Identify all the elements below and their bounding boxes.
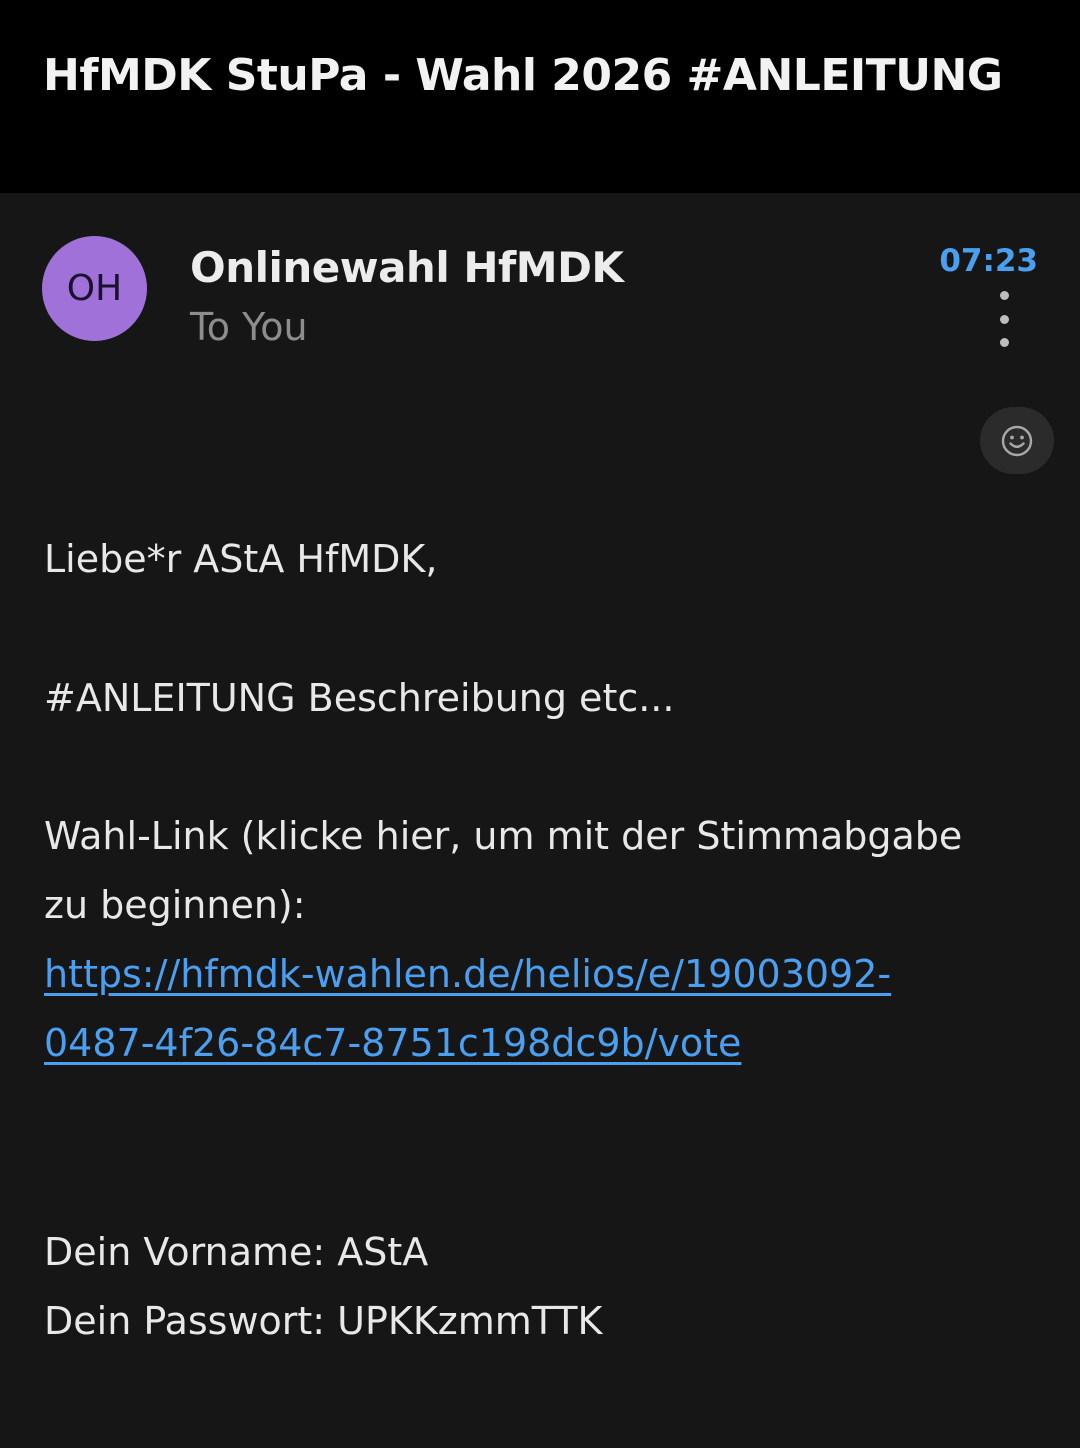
body-password: Dein Passwort: UPKKzmmTTK bbox=[44, 1299, 603, 1343]
recipient-label[interactable]: To You bbox=[190, 305, 308, 349]
email-subject: HfMDK StuPa - Wahl 2026 #ANLEITUNG bbox=[43, 50, 1003, 101]
sender-avatar[interactable]: OH bbox=[42, 236, 147, 341]
add-reaction-button[interactable] bbox=[980, 407, 1054, 474]
email-view: OH Onlinewahl HfMDK To You 07:23 Liebe*r… bbox=[0, 193, 1080, 1448]
vote-link[interactable]: https://hfmdk-wahlen.de/helios/e/1900309… bbox=[44, 940, 1034, 1078]
avatar-initials: OH bbox=[66, 268, 123, 309]
app-header: HfMDK StuPa - Wahl 2026 #ANLEITUNG bbox=[0, 0, 1080, 193]
more-vertical-icon bbox=[999, 291, 1009, 300]
sender-name[interactable]: Onlinewahl HfMDK bbox=[190, 243, 624, 292]
body-firstname: Dein Vorname: AStA bbox=[44, 1230, 429, 1274]
vote-link-line-1[interactable]: https://hfmdk-wahlen.de/helios/e/1900309… bbox=[44, 952, 891, 996]
smiley-icon bbox=[1001, 425, 1033, 456]
body-greeting: Liebe*r AStA HfMDK, bbox=[44, 537, 438, 581]
body-description: #ANLEITUNG Beschreibung etc... bbox=[44, 676, 675, 720]
vote-link-line-2[interactable]: 0487-4f26-84c7-8751c198dc9b/vote bbox=[44, 1021, 741, 1065]
body-link-intro: Wahl-Link (klicke hier, um mit der Stimm… bbox=[44, 814, 963, 927]
more-options-button[interactable] bbox=[982, 291, 1026, 347]
more-vertical-icon-dot bbox=[999, 314, 1009, 324]
message-time: 07:23 bbox=[939, 243, 1038, 279]
more-vertical-icon-dot bbox=[999, 338, 1009, 347]
